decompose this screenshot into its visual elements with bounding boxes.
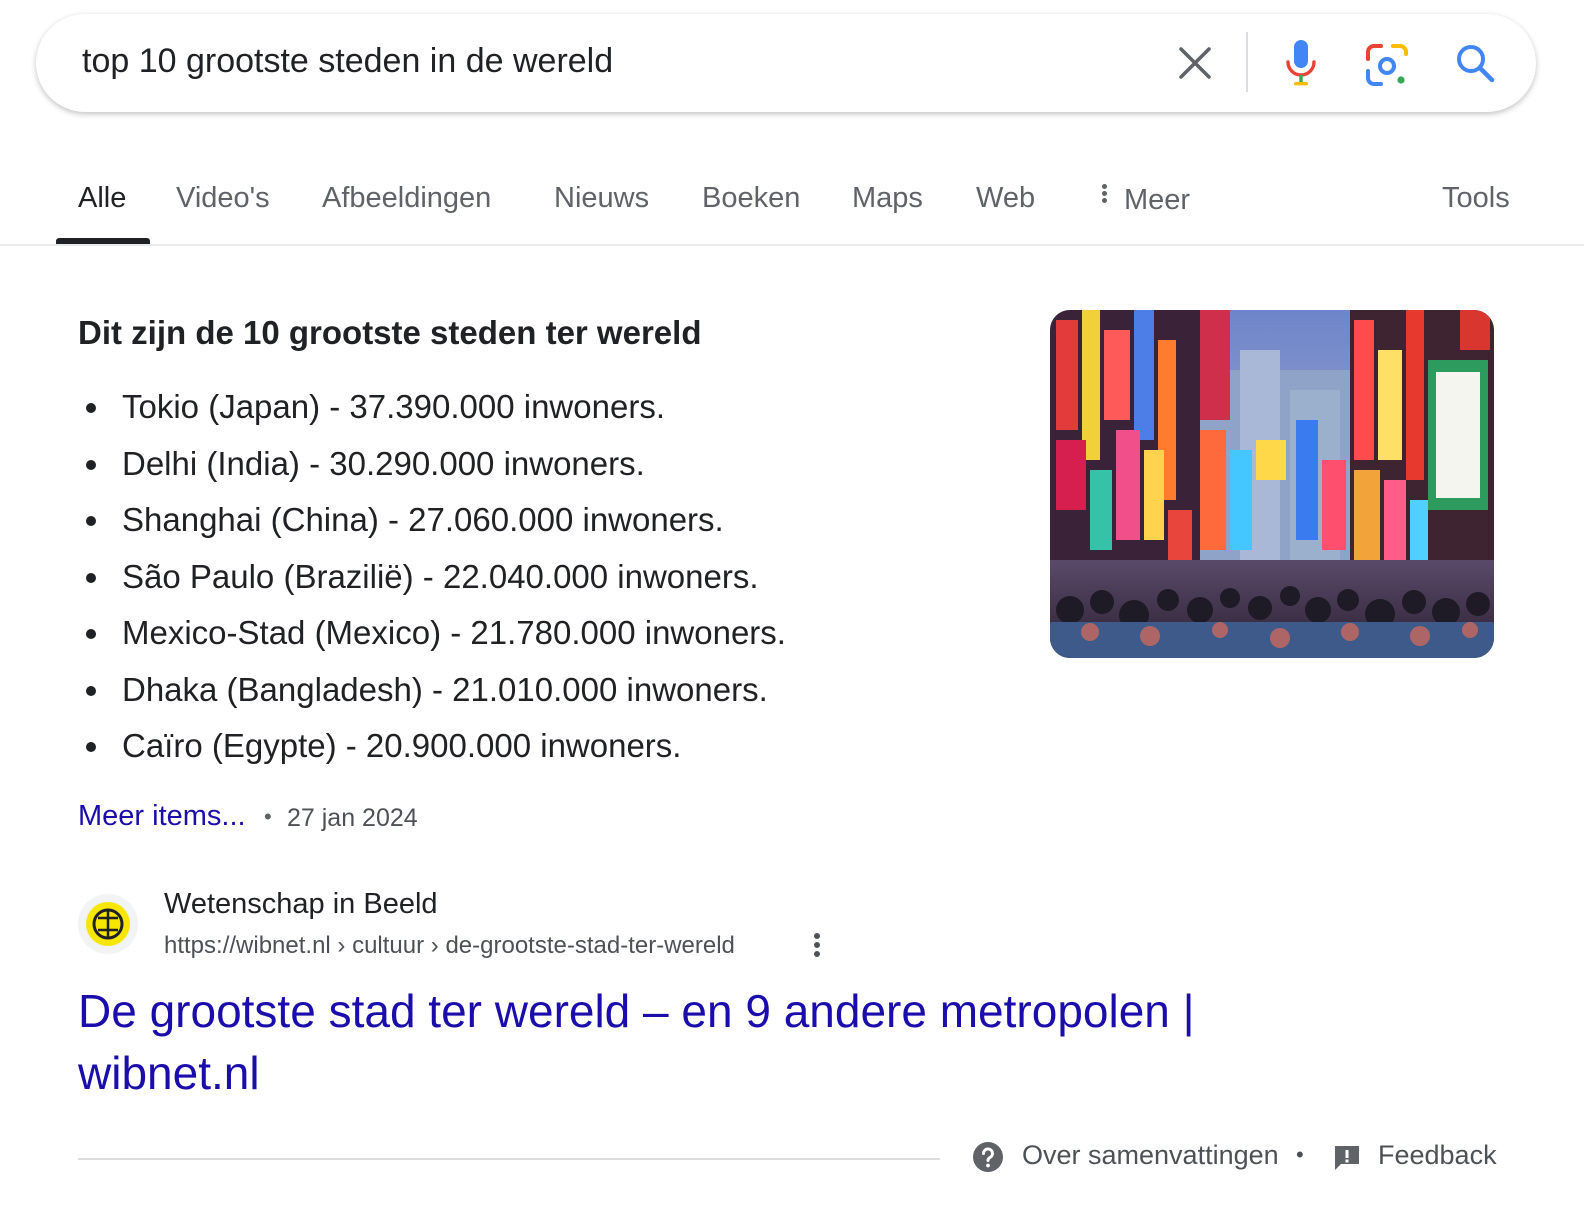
footer-separator: • bbox=[1296, 1142, 1304, 1167]
more-items-link[interactable]: Meer items... bbox=[78, 800, 246, 833]
tab-nieuws[interactable]: Nieuws bbox=[554, 182, 649, 215]
tab-boeken[interactable]: Boeken bbox=[702, 182, 800, 215]
question-icon[interactable] bbox=[972, 1141, 1004, 1173]
list-item: São Paulo (Brazilië) - 22.040.000 inwone… bbox=[78, 552, 786, 609]
list-item: Tokio (Japan) - 37.390.000 inwoners. bbox=[78, 382, 786, 439]
date-separator: • bbox=[264, 804, 272, 829]
vertical-dots-icon bbox=[1102, 182, 1110, 205]
more-options-icon[interactable] bbox=[808, 930, 826, 964]
tab-maps[interactable]: Maps bbox=[852, 182, 923, 215]
tab-afbeeldingen[interactable]: Afbeeldingen bbox=[322, 182, 491, 215]
city-photo[interactable] bbox=[1050, 310, 1494, 658]
tab-meer[interactable]: Meer bbox=[1102, 182, 1190, 217]
list-item: Shanghai (China) - 27.060.000 inwoners. bbox=[78, 495, 786, 552]
site-url[interactable]: https://wibnet.nl › cultuur › de-grootst… bbox=[164, 932, 735, 960]
tabs-divider bbox=[0, 244, 1584, 246]
tab-alle[interactable]: Alle bbox=[78, 182, 126, 215]
site-name[interactable]: Wetenschap in Beeld bbox=[164, 888, 438, 921]
feedback-link[interactable]: Feedback bbox=[1378, 1140, 1497, 1171]
snippet-list: Tokio (Japan) - 37.390.000 inwoners. Del… bbox=[78, 382, 786, 778]
list-item: Delhi (India) - 30.290.000 inwoners. bbox=[78, 439, 786, 496]
search-input[interactable]: top 10 grootste steden in de wereld bbox=[82, 42, 613, 81]
search-bar[interactable]: top 10 grootste steden in de wereld bbox=[36, 14, 1536, 112]
google-lens-icon[interactable] bbox=[1364, 42, 1410, 88]
list-item: Caïro (Egypte) - 20.900.000 inwoners. bbox=[78, 721, 786, 778]
search-icon[interactable] bbox=[1452, 40, 1498, 86]
tab-web[interactable]: Web bbox=[976, 182, 1035, 215]
list-item: Dhaka (Bangladesh) - 21.010.000 inwoners… bbox=[78, 665, 786, 722]
result-title-link[interactable]: De grootste stad ter wereld – en 9 ander… bbox=[78, 980, 1298, 1104]
snippet-heading: Dit zijn de 10 grootste steden ter werel… bbox=[78, 314, 702, 351]
microphone-icon[interactable] bbox=[1284, 38, 1318, 88]
close-icon[interactable] bbox=[1172, 40, 1218, 86]
tab-videos[interactable]: Video's bbox=[176, 182, 270, 215]
tab-meer-label: Meer bbox=[1124, 184, 1191, 216]
feedback-icon[interactable] bbox=[1332, 1143, 1362, 1173]
footer-divider bbox=[78, 1158, 940, 1160]
snippet-date: 27 jan 2024 bbox=[287, 804, 418, 832]
about-snippets-link[interactable]: Over samenvattingen bbox=[1022, 1140, 1279, 1171]
list-item: Mexico-Stad (Mexico) - 21.780.000 inwone… bbox=[78, 608, 786, 665]
tools-button[interactable]: Tools bbox=[1442, 182, 1510, 215]
search-bar-divider bbox=[1246, 32, 1248, 92]
site-favicon[interactable] bbox=[78, 894, 138, 954]
